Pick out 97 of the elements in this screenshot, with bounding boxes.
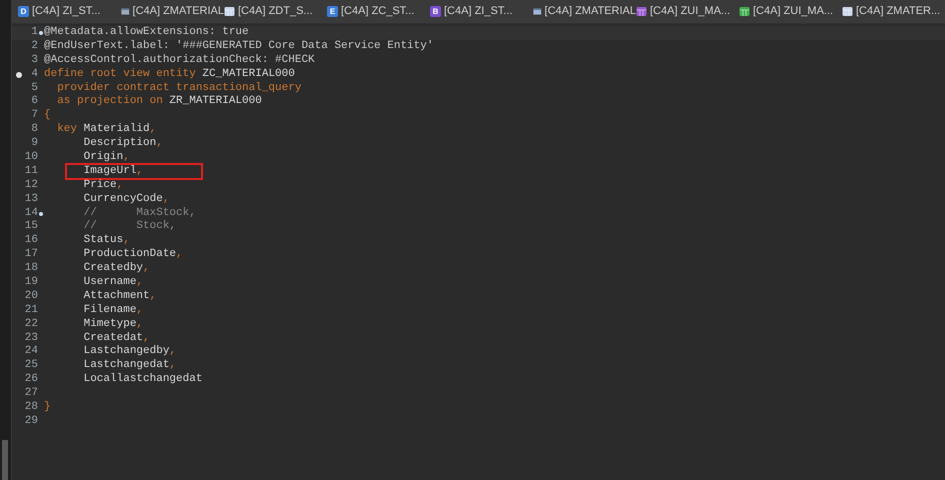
keyword-text: provider contract transactional_query xyxy=(56,82,302,95)
identifier-text: Createdby xyxy=(82,262,144,276)
tab-label: [C4A] ZI_ST... xyxy=(444,4,512,20)
line-number: 7 xyxy=(31,109,38,124)
tab-label: [C4A] ZUI_MA... xyxy=(650,4,730,20)
identifier-text: ZR_MATERIAL000 xyxy=(168,95,262,110)
identifier-text: CurrencyCode xyxy=(82,192,163,207)
line-number: 15 xyxy=(24,220,38,234)
tab-label: [C4A] ZI_ST... xyxy=(32,4,100,20)
line-number: 26 xyxy=(24,373,38,388)
identifier-text: Attachment xyxy=(82,290,150,304)
annotation-text: @AccessControl.authorizationCheck: #CHECK xyxy=(44,54,315,68)
punctuation-text: , xyxy=(143,332,150,345)
tab-label: [C4A] ZMATERIAL xyxy=(132,4,224,20)
punctuation-text: , xyxy=(162,192,170,207)
line-number: 5 xyxy=(31,82,38,96)
identifier-text: Lastchangedby xyxy=(82,345,170,359)
identifier-text: ProductionDate xyxy=(82,248,176,262)
line-number: 10 xyxy=(24,151,38,165)
line-number: 20 xyxy=(24,290,38,304)
identifier-text: Mimetype xyxy=(82,318,136,332)
editor-tab[interactable]: B [C4A] ZI_ST... xyxy=(430,3,533,20)
editor-tab[interactable]: [C4A] ZMATER... xyxy=(842,3,945,20)
annotation-text: @Metadata.allowExtensions: true xyxy=(44,26,249,40)
editor-tab[interactable]: [C4A] ZDT_S... xyxy=(224,3,327,20)
line-number: 24 xyxy=(24,345,38,360)
line-number: 18 xyxy=(24,262,38,276)
line-number: 17 xyxy=(24,248,38,262)
line-number: 6 xyxy=(31,95,38,110)
identifier-text: Filename xyxy=(82,304,136,318)
line-number: 11 xyxy=(24,164,38,179)
identifier-text: Status xyxy=(82,234,124,248)
identifier-text: Username xyxy=(82,276,136,290)
letter-icon: E xyxy=(327,6,338,17)
line-number: 3 xyxy=(31,54,38,68)
identifier-text: Lastchangedat xyxy=(82,359,170,373)
editor-tab[interactable]: [C4A] ZMATERIAL xyxy=(533,3,636,20)
punctuation-text: , xyxy=(169,359,176,373)
comment-text: // MaxStock, xyxy=(82,206,196,220)
identifier-text: Locallastchangedat xyxy=(82,373,202,388)
keyword-text: define root view entity xyxy=(44,68,196,82)
tab-label: [C4A] ZC_ST... xyxy=(341,4,414,20)
punctuation-text: , xyxy=(136,276,144,290)
identifier-text: ZC_MATERIAL000 xyxy=(201,68,295,82)
punctuation-text: } xyxy=(44,401,51,415)
scrollbar-thumb[interactable] xyxy=(2,440,8,480)
punctuation-text: , xyxy=(143,262,150,276)
line-number: 29 xyxy=(24,414,38,429)
line-number: 28 xyxy=(24,401,38,415)
editor-tab[interactable]: D [C4A] ZI_ST... xyxy=(18,3,121,20)
identifier-text: Origin xyxy=(82,151,124,165)
line-number: 19 xyxy=(24,276,38,290)
line-number: 4 xyxy=(31,68,38,82)
punctuation-text: , xyxy=(123,234,130,248)
punctuation-text: , xyxy=(169,345,176,360)
punctuation-text: , xyxy=(136,164,144,179)
line-number: 9 xyxy=(31,137,38,152)
tab-label: [C4A] ZMATER... xyxy=(856,4,940,20)
editor-tab[interactable]: E [C4A] ZC_ST... xyxy=(327,3,430,20)
punctuation-text: , xyxy=(116,178,124,193)
keyword-text: as projection on xyxy=(56,95,163,110)
identifier-text: Materialid xyxy=(82,123,150,137)
editor-tab[interactable]: [C4A] ZUI_MA... xyxy=(636,3,739,20)
punctuation-text: , xyxy=(156,137,163,152)
keyword-text: key xyxy=(56,123,78,138)
identifier-text: ImageUrl xyxy=(82,164,136,179)
letter-icon: D xyxy=(18,6,29,17)
identifier-text: Price xyxy=(82,178,117,193)
punctuation-text: , xyxy=(150,123,156,137)
line-number: 22 xyxy=(24,318,38,332)
line-number: 16 xyxy=(24,234,38,248)
punctuation-text: , xyxy=(123,151,130,165)
punctuation-text: , xyxy=(136,304,144,318)
line-number: 25 xyxy=(24,359,38,374)
line-number: 21 xyxy=(24,304,38,318)
tab-label: [C4A] ZUI_MA... xyxy=(753,4,834,20)
editor-tab[interactable]: [C4A] ZMATERIAL xyxy=(121,3,224,20)
punctuation-text: , xyxy=(150,290,156,304)
line-number: 12 xyxy=(24,178,38,193)
annotation-text: @EndUserText.label: '###GENERATED Core Data Service Entity' xyxy=(44,40,434,54)
line-number: 1 xyxy=(31,26,38,40)
tab-label: [C4A] ZDT_S... xyxy=(238,4,313,20)
line-number: 14 xyxy=(24,206,38,220)
line-number: 23 xyxy=(24,332,38,346)
punctuation-text: { xyxy=(44,109,51,124)
line-number: 13 xyxy=(24,192,38,207)
editor-tab[interactable]: [C4A] ZUI_MA... xyxy=(739,3,842,20)
line-number: 27 xyxy=(24,387,38,402)
tab-label: [C4A] ZMATERIAL xyxy=(544,4,636,20)
letter-icon: B xyxy=(430,6,441,17)
punctuation-text: , xyxy=(136,318,144,332)
line-number: 8 xyxy=(31,123,38,138)
comment-text: // Stock, xyxy=(82,220,176,234)
punctuation-text: , xyxy=(176,248,183,262)
identifier-text: Createdat xyxy=(82,332,144,345)
line-number: 2 xyxy=(31,40,38,54)
identifier-text: Description xyxy=(82,137,156,151)
